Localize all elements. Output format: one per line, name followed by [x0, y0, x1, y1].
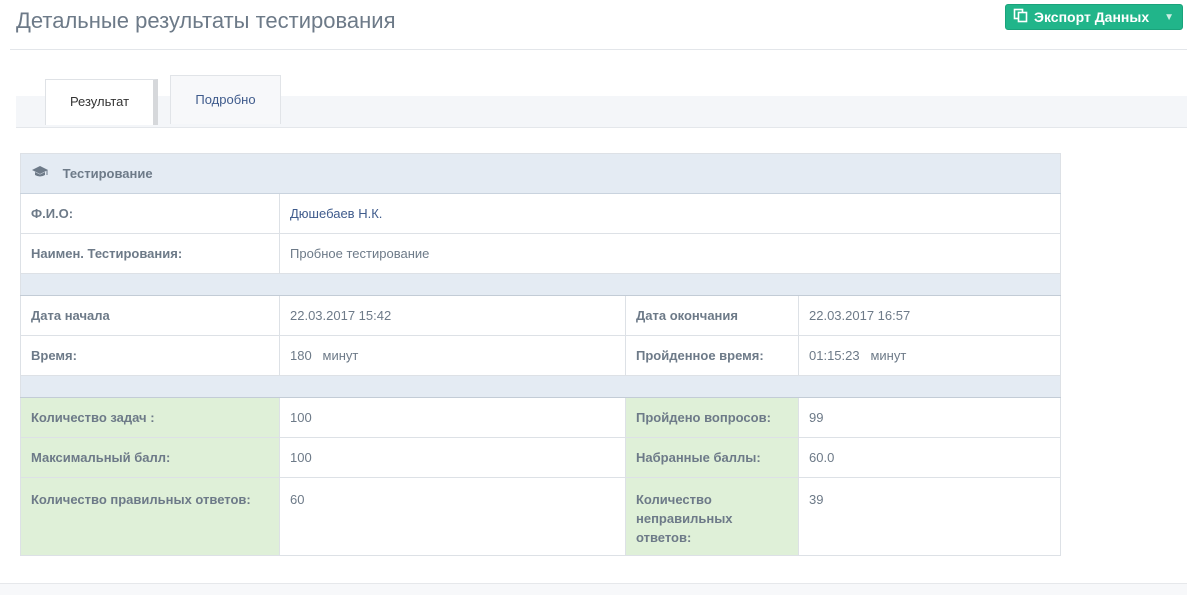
- table-row: Дата начала 22.03.2017 15:42 Дата оконча…: [20, 295, 1062, 336]
- tasks-count-value: 100: [279, 397, 626, 438]
- start-date-label: Дата начала: [20, 295, 280, 336]
- incorrect-answers-value: 39: [797, 477, 1062, 556]
- correct-answers-value: 60: [279, 477, 626, 556]
- results-panel: Тестирование Ф.И.О: Дюшебаев Н.К. Наимен…: [19, 153, 1062, 556]
- test-name-label: Наимен. Тестирования:: [20, 233, 280, 274]
- time-label: Время:: [20, 335, 280, 376]
- title-divider: [10, 49, 1187, 50]
- section-separator: [19, 273, 1062, 296]
- answered-count-label: Пройдено вопросов:: [625, 397, 799, 438]
- panel-heading-label: Тестирование: [62, 165, 153, 181]
- fio-value: Дюшебаев Н.К.: [278, 193, 1062, 234]
- table-row: Время: 180 минут Пройденное время: 01:15…: [20, 335, 1062, 376]
- answered-count-value: 99: [797, 397, 1062, 438]
- panel-heading: Тестирование: [19, 153, 1062, 194]
- chevron-down-icon: ▼: [1164, 11, 1174, 23]
- start-date-value: 22.03.2017 15:42: [279, 295, 626, 336]
- section-separator: [19, 375, 1062, 398]
- max-score-label: Максимальный балл:: [20, 437, 280, 478]
- correct-answers-label: Количество правильных ответов:: [20, 477, 280, 556]
- fio-label: Ф.И.О:: [20, 193, 280, 234]
- page-title: Детальные результаты тестирования: [16, 8, 396, 33]
- table-row: Количество правильных ответов: 60 Количе…: [20, 477, 1062, 556]
- table-row: Ф.И.О: Дюшебаев Н.К.: [20, 193, 1062, 234]
- graduation-cap-icon: [31, 165, 49, 181]
- time-value: 180 минут: [279, 335, 626, 376]
- max-score-value: 100: [279, 437, 626, 478]
- table-row: Наимен. Тестирования: Пробное тестирован…: [20, 233, 1062, 274]
- incorrect-answers-label: Количество неправильных ответов:: [625, 477, 799, 556]
- export-data-label: Экспорт Данных: [1034, 9, 1150, 25]
- footer-divider: [0, 583, 1187, 595]
- elapsed-time-value: 01:15:23 минут: [797, 335, 1062, 376]
- panel-heading-row: Тестирование: [19, 153, 1062, 194]
- table-row: Количество задач : 100 Пройдено вопросов…: [20, 397, 1062, 438]
- end-date-value: 22.03.2017 16:57: [797, 295, 1062, 336]
- elapsed-time-label: Пройденное время:: [625, 335, 799, 376]
- test-name-value: Пробное тестирование: [278, 233, 1062, 274]
- tasks-count-label: Количество задач :: [20, 397, 280, 438]
- end-date-label: Дата окончания: [625, 295, 799, 336]
- table-row: Максимальный балл: 100 Набранные баллы: …: [20, 437, 1062, 478]
- copy-icon: [1013, 8, 1028, 26]
- tab-result[interactable]: Результат: [45, 79, 158, 125]
- export-data-button[interactable]: Экспорт Данных ▼: [1005, 4, 1183, 30]
- score-value: 60.0: [797, 437, 1062, 478]
- tab-detail[interactable]: Подробно: [170, 75, 281, 124]
- score-label: Набранные баллы:: [625, 437, 799, 478]
